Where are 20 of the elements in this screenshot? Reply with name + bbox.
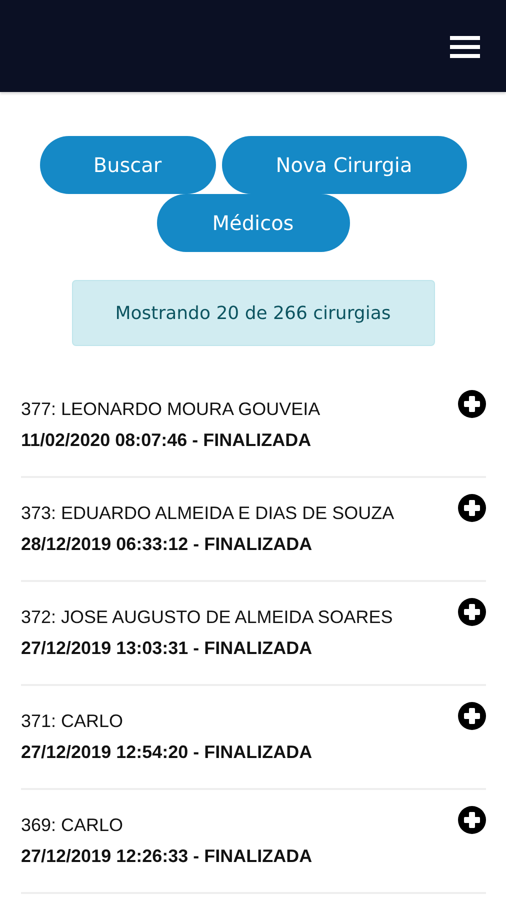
surgery-details: 11/02/2020 08:07:46 - FINALIZADA: [21, 429, 312, 452]
surgery-details: 27/12/2019 12:26:33 - FINALIZADA: [21, 845, 312, 868]
results-count-alert: Mostrando 20 de 266 cirurgias: [72, 280, 434, 346]
plus-circle-icon[interactable]: [458, 494, 486, 522]
surgery-title: 369: CARLO: [21, 814, 124, 837]
plus-circle-icon[interactable]: [458, 390, 486, 418]
plus-circle-icon[interactable]: [458, 806, 486, 834]
surgery-title: 371: CARLO: [21, 710, 124, 733]
surgery-title: 372: JOSE AUGUSTO DE ALMEIDA SOARES: [21, 606, 393, 629]
surgery-details: 27/12/2019 12:54:20 - FINALIZADA: [21, 741, 312, 764]
action-button[interactable]: Nova Cirurgia: [222, 136, 466, 194]
menu-icon[interactable]: [450, 35, 480, 59]
plus-circle-icon[interactable]: [458, 598, 486, 626]
action-button[interactable]: Buscar: [40, 136, 216, 194]
surgery-details: 28/12/2019 06:33:12 - FINALIZADA: [21, 533, 314, 556]
surgery-title: 373: EDUARDO ALMEIDA E DIAS DE SOUZA: [21, 502, 394, 525]
surgery-title: 377: LEONARDO MOURA GOUVEIA: [21, 398, 320, 421]
surgery-details: 27/12/2019 13:03:31 - FINALIZADA: [21, 637, 314, 660]
plus-circle-icon[interactable]: [458, 702, 486, 730]
action-button[interactable]: Médicos: [156, 194, 350, 252]
